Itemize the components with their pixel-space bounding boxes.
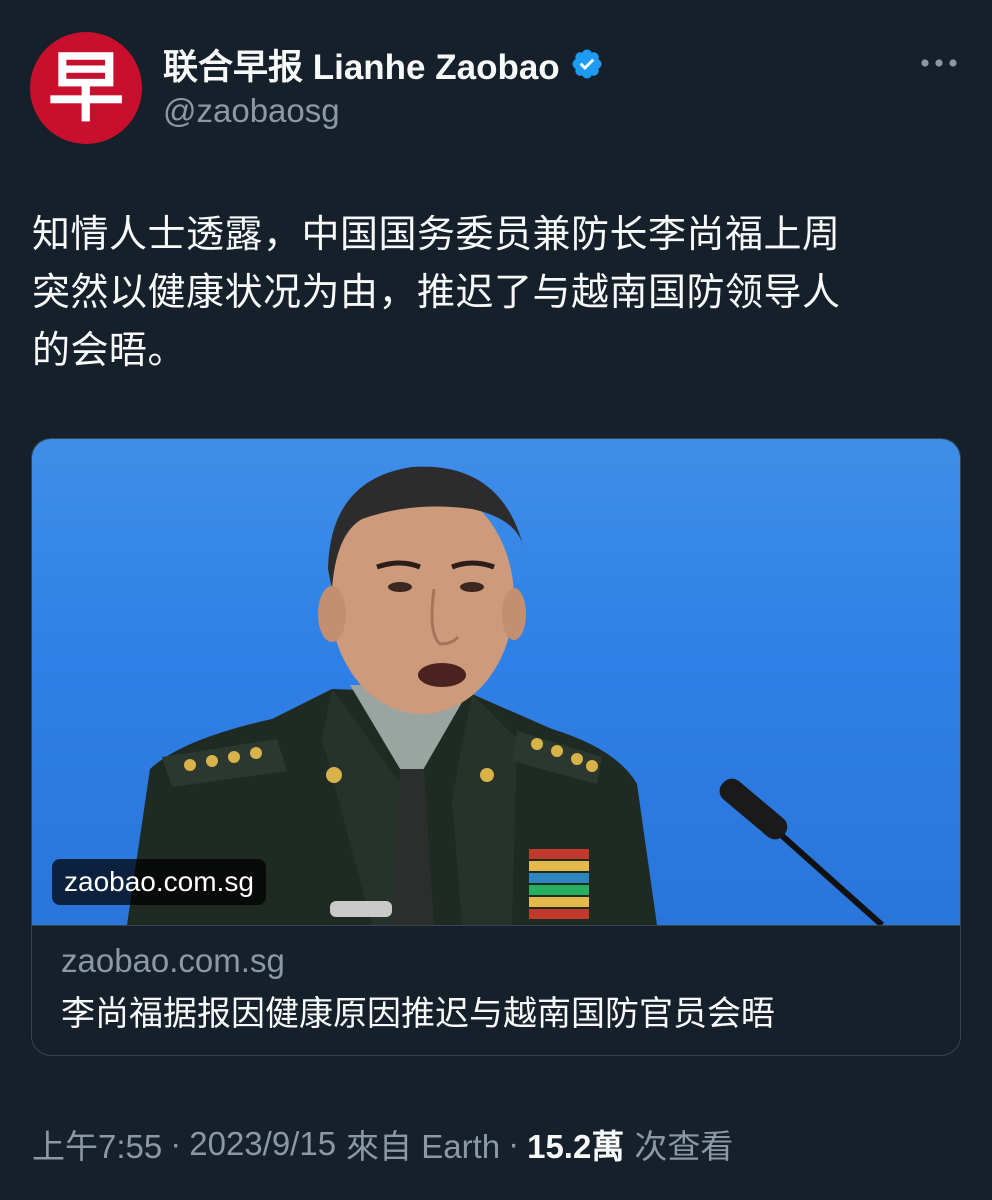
display-name[interactable]: 联合早报 Lianhe Zaobao	[163, 39, 560, 90]
image-domain-badge: zaobao.com.sg	[52, 859, 266, 905]
tweet-date[interactable]: 2023/9/15	[189, 1125, 336, 1163]
tweet-header: 早 联合早报 Lianhe Zaobao @zaobaosg	[0, 0, 992, 160]
tweet-time[interactable]: 上午7:55	[32, 1120, 162, 1168]
views-label: 次查看	[634, 1128, 734, 1165]
meta-separator-2: ·	[508, 1125, 520, 1162]
tweet-text: 知情人士透露，中国国务委员兼防长李尚福上周 突然以健康状况为由，推迟了与越南国防…	[32, 214, 841, 372]
card-title[interactable]: 李尚福据报因健康原因推迟与越南国防官员会晤	[61, 986, 775, 1035]
card-meta: zaobao.com.sg 李尚福据报因健康原因推迟与越南国防官员会晤	[32, 925, 960, 1055]
tweet-source: 來自 Earth	[346, 1128, 501, 1165]
verified-badge-icon	[572, 49, 602, 79]
meta-separator: ·	[170, 1125, 182, 1162]
more-options-button[interactable]	[914, 48, 964, 78]
account-handle[interactable]: @zaobaosg	[163, 92, 340, 130]
avatar-logo: 早	[48, 43, 124, 132]
views-count[interactable]: 15.2萬	[527, 1120, 624, 1168]
link-preview-card[interactable]: zaobao.com.sg zaobao.com.sg 李尚福据报因健康原因推迟…	[31, 438, 961, 1056]
account-name-row: 联合早报 Lianhe Zaobao	[163, 42, 604, 87]
more-options-icon	[921, 59, 957, 67]
avatar[interactable]: 早	[30, 32, 142, 144]
card-domain: zaobao.com.sg	[61, 942, 285, 979]
card-photo	[127, 466, 884, 925]
tweet-meta: 上午7:55 · 2023/9/15 來自 Earth · 15.2萬 次查看	[32, 1120, 733, 1168]
card-image[interactable]: zaobao.com.sg	[32, 439, 960, 925]
